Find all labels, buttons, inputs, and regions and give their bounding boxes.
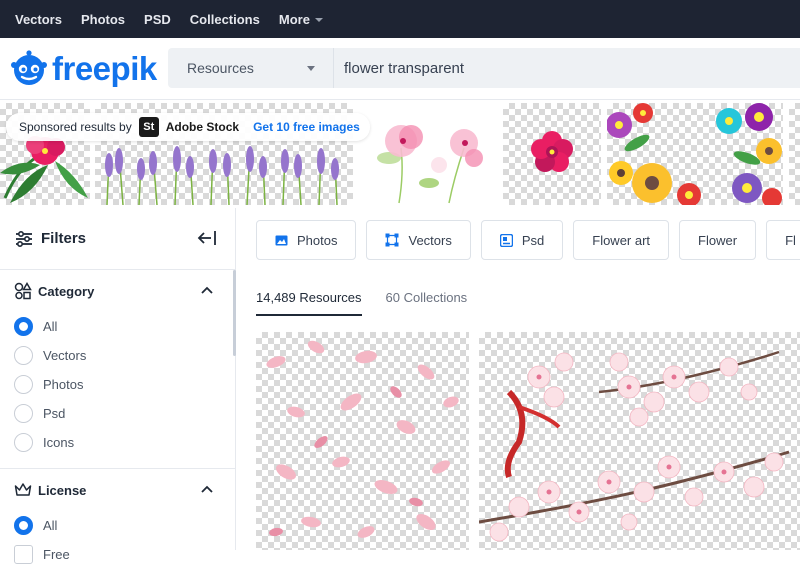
sponsored-by-label: Sponsored results by [19,120,132,134]
license-title: License [38,482,87,498]
tab-collections[interactable]: 60 Collections [386,290,468,316]
nav-collections[interactable]: Collections [190,12,260,27]
petals-image [266,340,459,538]
radio[interactable] [14,375,33,394]
sponsored-image-pink-flower[interactable] [503,103,601,205]
gerbera-image [607,103,782,205]
chip-more[interactable]: Fl [766,220,800,260]
freepik-logo-icon [11,50,47,85]
freepik-logo[interactable]: freepik [10,49,157,87]
nav-more[interactable]: More [279,12,323,27]
pink-flower-image [531,131,573,172]
category-icon [14,282,32,300]
chip-label: Photos [297,232,338,248]
main-content: Photos Vectors Psd Flower art Flower Fl … [236,208,800,550]
header: freepik Resources [0,38,800,100]
top-nav: Vectors Photos PSD Collections More [0,0,800,38]
radio-selected[interactable] [14,516,33,535]
category-title: Category [38,283,95,299]
option-label: All [43,518,58,533]
psd-icon [499,233,513,247]
sponsored-strip: Sponsored results by St Adobe Stock Get … [0,101,800,208]
category-option-icons[interactable]: Icons [0,428,235,457]
chip-label: Flower [698,232,738,248]
radio[interactable] [14,433,33,452]
option-label: Psd [43,406,66,421]
chip-photos[interactable]: Photos [256,220,357,260]
chevron-up-icon [201,485,213,493]
option-label: Vectors [43,348,87,363]
category-section-header[interactable]: Category [0,270,235,312]
category-option-psd[interactable]: Psd [0,399,235,428]
option-label: Free [43,547,70,562]
license-section-header[interactable]: License [0,469,235,511]
chip-label: Vectors [408,232,452,248]
resource-type-label: Resources [187,60,254,76]
adobe-stock-label: Adobe Stock [165,120,240,134]
license-option-all[interactable]: All [0,511,235,540]
logo-text: freepik [52,49,157,87]
filters-icon [16,230,32,247]
collapse-left-icon[interactable] [197,230,217,246]
cherry-blossom-image [479,350,790,542]
caret-down-icon [307,65,315,71]
chip-label: Fl [785,232,796,248]
sponsored-image-poppies[interactable] [359,103,497,205]
nav-more-label: More [278,11,310,27]
sponsored-image-more[interactable] [789,103,800,205]
related-chips: Photos Vectors Psd Flower art Flower Fl [256,220,800,260]
category-option-vectors[interactable]: Vectors [0,341,235,370]
search-input[interactable] [334,48,800,88]
radio[interactable] [14,404,33,423]
vector-icon [385,233,399,247]
result-image-petals[interactable] [256,332,469,550]
radio[interactable] [14,346,33,365]
adobe-stock-icon: St [138,117,159,137]
chip-flower[interactable]: Flower [679,220,757,260]
filters-title: Filters [41,230,87,247]
license-icon [14,483,32,496]
sponsored-image-gerbera[interactable] [607,103,783,205]
result-image-cherry-blossom[interactable] [479,332,800,550]
chip-vectors[interactable]: Vectors [366,220,471,260]
resource-type-select[interactable]: Resources [168,48,334,88]
option-label: Icons [43,435,75,450]
search-bar: Resources [168,48,800,88]
poppies-image [377,125,483,204]
license-option-free[interactable]: Free [0,540,235,569]
caret-down-icon [314,18,323,22]
option-label: Photos [43,377,84,392]
filters-header: Filters [0,208,235,270]
result-tabs: 14,489 Resources 60 Collections [256,290,491,316]
category-option-all[interactable]: All [0,312,235,341]
photo-icon [275,235,288,245]
category-option-photos[interactable]: Photos [0,370,235,399]
tab-resources[interactable]: 14,489 Resources [256,290,362,316]
chip-psd[interactable]: Psd [480,220,564,260]
chip-flower-art[interactable]: Flower art [573,220,670,260]
nav-psd[interactable]: PSD [144,12,171,27]
option-label: All [43,319,58,334]
sponsored-badge: Sponsored results by St Adobe Stock Get … [6,113,370,141]
chip-label: Flower art [592,232,651,248]
nav-photos[interactable]: Photos [81,12,125,27]
radio-selected[interactable] [14,317,33,336]
nav-vectors[interactable]: Vectors [15,12,62,27]
chip-label: Psd [521,232,545,248]
checkbox[interactable] [14,545,33,564]
filters-sidebar: Filters Category All Vectors Photos Psd [0,208,236,564]
free-images-link[interactable]: Get 10 free images [253,120,360,134]
chevron-up-icon [201,286,213,294]
